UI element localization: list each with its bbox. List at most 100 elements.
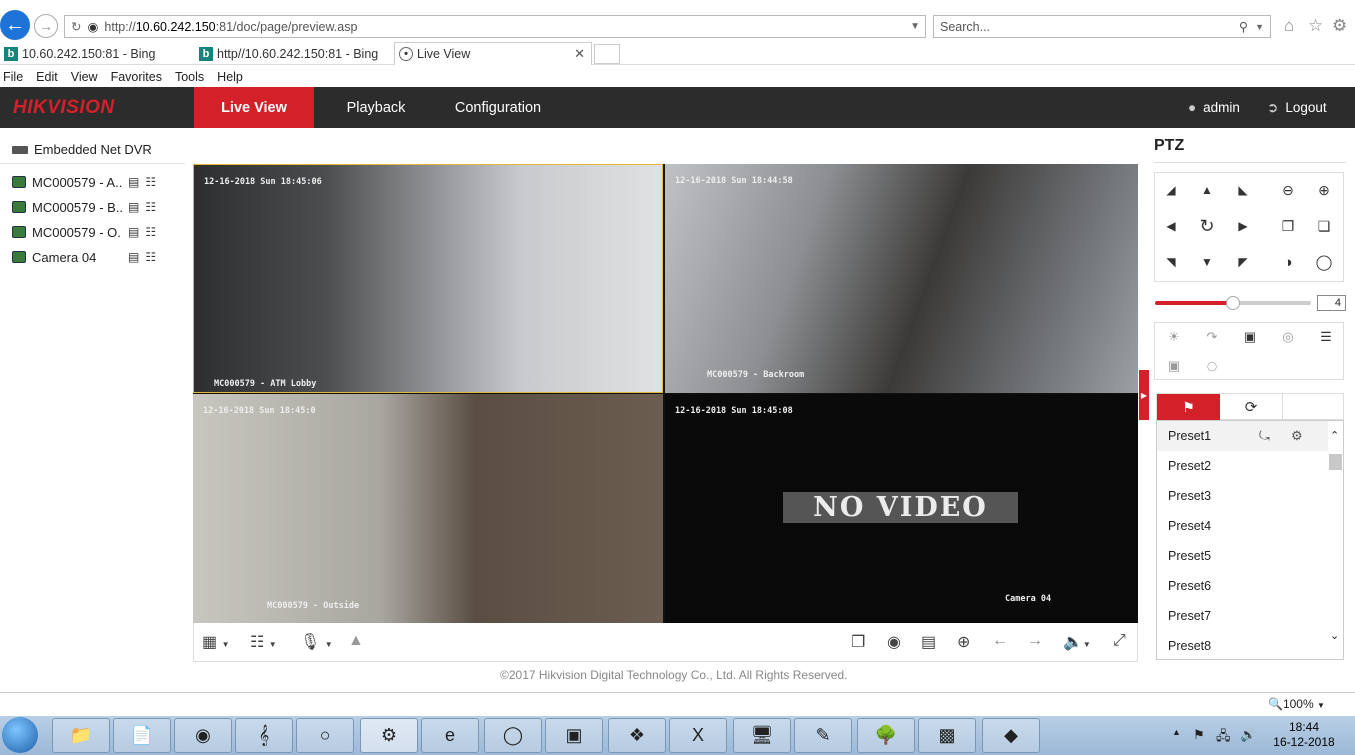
search-icon[interactable]: ⚲ — [1239, 19, 1248, 34]
ptz-speed-value[interactable]: 4 — [1317, 295, 1346, 311]
volume-icon[interactable]: 🔊 — [1240, 727, 1256, 743]
file-explorer-icon[interactable]: 📁 — [52, 718, 110, 753]
preset-item[interactable]: Preset2 — [1157, 451, 1329, 481]
tab-live-view[interactable]: Live View — [194, 87, 314, 128]
home-icon[interactable]: ⌂ — [1284, 16, 1294, 36]
remote-desktop-icon[interactable]: 🖥 — [733, 718, 791, 753]
more-menu-icon[interactable]: ☰ — [1307, 323, 1345, 351]
manual-track-icon[interactable]: ▣ — [1155, 352, 1193, 380]
tab-presets[interactable]: ⚑ — [1157, 394, 1220, 420]
wiper-icon[interactable]: ↷ — [1193, 323, 1231, 351]
light-icon[interactable]: ☀ — [1155, 323, 1193, 351]
stream-select-icon[interactable]: ☷ — [145, 250, 156, 264]
security-app-icon[interactable]: ❖ — [608, 718, 666, 753]
address-bar[interactable]: ↻ ◉ http://10.60.242.150:81/doc/page/pre… — [64, 15, 926, 38]
menu-file[interactable]: File — [3, 70, 23, 84]
preset-scrollbar[interactable]: ⌃ ⌄ — [1328, 421, 1343, 659]
anydesk-icon[interactable]: ◆ — [982, 718, 1040, 753]
mute-icon[interactable]: 🔈▼ — [1063, 632, 1091, 652]
record-icon[interactable]: ▤ — [128, 225, 139, 239]
menu-favorites[interactable]: Favorites — [111, 70, 162, 84]
video-tile-2[interactable]: 12-16-2018 Sun 18:44:58 MC000579 - Backr… — [665, 164, 1138, 393]
action-center-flag-icon[interactable]: ⚑ — [1193, 727, 1205, 743]
scroll-down-icon[interactable]: ⌄ — [1330, 629, 1339, 642]
scroll-up-icon[interactable]: ⌃ — [1330, 429, 1339, 442]
stream-select-icon[interactable]: ☷ — [145, 225, 156, 239]
ptz-right-icon[interactable]: ▶ — [1228, 211, 1258, 241]
iris-close-icon[interactable]: ◯ — [1309, 247, 1339, 277]
preset-item[interactable]: Preset6 — [1157, 571, 1329, 601]
ptz-auto-rotate-icon[interactable]: ↻ — [1192, 211, 1222, 241]
logout-button[interactable]: ➲ Logout — [1267, 87, 1327, 128]
ptz-up-left-icon[interactable]: ◢ — [1156, 175, 1186, 205]
ptz-speed-slider[interactable] — [1155, 296, 1311, 310]
notepad-icon[interactable]: 📄 — [113, 718, 171, 753]
preset-item[interactable]: Preset7 — [1157, 601, 1329, 631]
camera-item[interactable]: MC000579 - O... ▤ ☷ — [12, 222, 187, 242]
network-icon[interactable]: 🖧 — [1216, 727, 1231, 749]
device-node[interactable]: Embedded Net DVR — [12, 142, 152, 157]
music-app-icon[interactable]: 𝄞 — [235, 718, 293, 753]
search-input[interactable]: Search... ⚲ ▼ — [933, 15, 1271, 38]
scroll-thumb[interactable] — [1329, 454, 1342, 470]
search-dropdown-icon[interactable]: ▼ — [1255, 22, 1264, 32]
window-layout-icon[interactable]: ▦ ▼ — [202, 632, 229, 652]
capture-icon[interactable]: ◉ — [887, 632, 901, 652]
ptz-up-icon[interactable]: ▲ — [1192, 175, 1222, 205]
camera-item[interactable]: MC000579 - A... ▤ ☷ — [12, 172, 187, 192]
browser-tab-2[interactable]: b http//10.60.242.150:81 - Bing — [195, 42, 391, 65]
next-page-icon[interactable]: → — [1027, 632, 1043, 650]
refresh-icon[interactable]: ↻ — [71, 19, 81, 34]
settings-gear-icon[interactable]: ⚙ — [1332, 16, 1347, 36]
focus-near-icon[interactable]: ❐ — [1273, 211, 1303, 241]
menu-edit[interactable]: Edit — [36, 70, 58, 84]
chromium-icon[interactable]: ○ — [296, 718, 354, 753]
tab-configuration[interactable]: Configuration — [444, 87, 552, 128]
ptz-down-left-icon[interactable]: ◥ — [1156, 247, 1186, 277]
previous-page-icon[interactable]: ← — [992, 632, 1008, 650]
lens-init-icon[interactable]: ◎ — [1269, 323, 1307, 351]
preset-item[interactable]: Preset4 — [1157, 511, 1329, 541]
video-tile-4[interactable]: 12-16-2018 Sun 18:45:08 NO VIDEO Camera … — [665, 394, 1138, 623]
new-tab-button[interactable] — [594, 44, 620, 64]
camera-item[interactable]: Camera 04 ▤ ☷ — [12, 247, 187, 267]
excel-icon[interactable]: X — [669, 718, 727, 753]
camera-item[interactable]: MC000579 - B... ▤ ☷ — [12, 197, 187, 217]
preset-settings-icon[interactable]: ⚙ — [1291, 428, 1303, 444]
start-button[interactable] — [2, 717, 38, 753]
call-preset-icon[interactable]: ⤿ — [1259, 428, 1270, 444]
browser-tab-3[interactable]: • Live View ✕ — [394, 42, 592, 65]
video-tile-3[interactable]: 12-16-2018 Sun 18:45:0 MC000579 - Outsid… — [193, 394, 663, 623]
tree-app-icon[interactable]: 🌳 — [857, 718, 915, 753]
record-all-icon[interactable]: ▤ — [921, 632, 936, 652]
auxiliary-focus-icon[interactable]: ▣ — [1231, 323, 1269, 351]
ptz-down-right-icon[interactable]: ◤ — [1228, 247, 1258, 277]
stream-select-icon[interactable]: ☷ — [145, 200, 156, 214]
browser-tab-1[interactable]: b 10.60.242.150:81 - Bing — [0, 42, 192, 65]
record-icon[interactable]: ▤ — [128, 200, 139, 214]
collapse-panel-handle[interactable]: ▶ — [1139, 370, 1149, 420]
video-tile-1[interactable]: 12-16-2018 Sun 18:45:06 MC000579 - ATM L… — [193, 164, 663, 393]
stream-select-icon[interactable]: ☷ — [145, 175, 156, 189]
chrome-icon[interactable]: ◉ — [174, 718, 232, 753]
forward-button[interactable]: → — [34, 14, 58, 38]
close-tab-icon[interactable]: ✕ — [574, 46, 585, 62]
ptz-lock-icon[interactable]: ▲ — [348, 632, 364, 650]
system-clock[interactable]: 18:44 16-12-2018 — [1272, 720, 1336, 750]
ptz-up-right-icon[interactable]: ◣ — [1228, 175, 1258, 205]
3d-positioning-icon[interactable]: ◯ — [1193, 352, 1231, 380]
iris-open-icon[interactable]: ◑ — [1273, 247, 1303, 277]
internet-explorer-icon[interactable]: e — [421, 718, 479, 753]
back-button[interactable]: ← — [0, 10, 30, 40]
zoom-out-icon[interactable]: ⊖ — [1273, 175, 1303, 205]
microphone-icon[interactable]: 🎙 ▼ — [300, 632, 333, 652]
record-icon[interactable]: ▤ — [128, 175, 139, 189]
tab-playback[interactable]: Playback — [330, 87, 422, 128]
ptz-speed-handle[interactable] — [1226, 296, 1240, 310]
stream-type-icon[interactable]: ☷ ▼ — [250, 632, 277, 652]
user-menu[interactable]: ● admin — [1188, 87, 1240, 128]
preset-item[interactable]: Preset1 ⤿ ⚙ — [1157, 421, 1329, 451]
zoom-in-icon[interactable]: ⊕ — [1309, 175, 1339, 205]
firefox-icon[interactable]: ◯ — [484, 718, 542, 753]
preset-item[interactable]: Preset3 — [1157, 481, 1329, 511]
